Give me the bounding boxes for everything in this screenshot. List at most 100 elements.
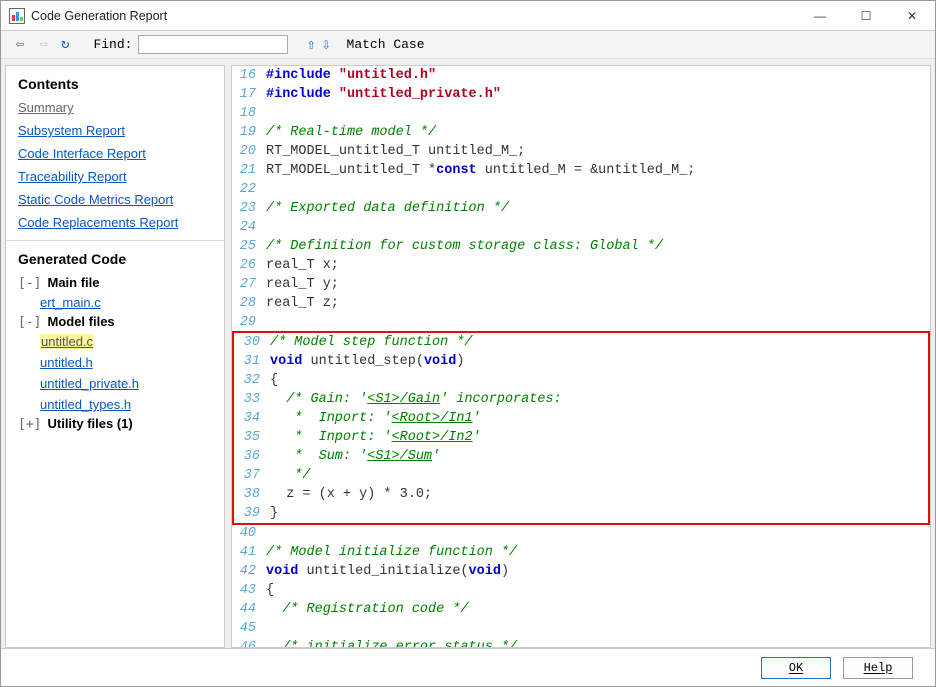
generated-heading: Generated Code <box>18 251 212 267</box>
find-prev-button[interactable]: ⇧ <box>306 35 315 54</box>
tree-toggle[interactable]: [+] <box>18 417 41 432</box>
code-text: * Inport: '<Root>/In1' <box>270 409 926 428</box>
code-line: 43{ <box>232 581 930 600</box>
code-text: void untitled_step(void) <box>270 352 926 371</box>
find-next-button[interactable]: ⇩ <box>321 35 330 54</box>
code-text: { <box>266 581 930 600</box>
find-label: Find: <box>93 37 132 52</box>
line-number: 29 <box>232 313 266 332</box>
code-text <box>266 313 930 332</box>
line-number: 41 <box>232 543 266 562</box>
line-number: 30 <box>236 333 270 352</box>
line-number: 38 <box>236 485 270 504</box>
code-text: /* Real-time model */ <box>266 123 930 142</box>
line-number: 27 <box>232 275 266 294</box>
code-line: 32{ <box>236 371 926 390</box>
find-input[interactable] <box>138 35 288 54</box>
line-number: 24 <box>232 218 266 237</box>
code-line: 34 * Inport: '<Root>/In1' <box>236 409 926 428</box>
match-case-label[interactable]: Match Case <box>347 37 425 52</box>
line-number: 40 <box>232 524 266 543</box>
code-line: 16#include "untitled.h" <box>232 66 930 85</box>
line-number: 43 <box>232 581 266 600</box>
code-line: 22 <box>232 180 930 199</box>
code-line: 23/* Exported data definition */ <box>232 199 930 218</box>
maximize-button[interactable]: ☐ <box>843 1 889 31</box>
code-text <box>266 524 930 543</box>
nav-link[interactable]: Code Replacements Report <box>18 215 212 230</box>
code-line: 27real_T y; <box>232 275 930 294</box>
code-text: real_T y; <box>266 275 930 294</box>
tree-section-label: Utility files (1) <box>47 416 132 431</box>
highlighted-code-block: 30/* Model step function */31void untitl… <box>232 331 930 525</box>
code-line: 42void untitled_initialize(void) <box>232 562 930 581</box>
code-line: 38 z = (x + y) * 3.0; <box>236 485 926 504</box>
code-line: 46 /* initialize error status */ <box>232 638 930 647</box>
line-number: 46 <box>232 638 266 647</box>
line-number: 18 <box>232 104 266 123</box>
code-text <box>266 619 930 638</box>
line-number: 16 <box>232 66 266 85</box>
code-text: void untitled_initialize(void) <box>266 562 930 581</box>
file-link[interactable]: untitled.h <box>40 355 93 370</box>
window-title: Code Generation Report <box>31 9 167 23</box>
code-line: 35 * Inport: '<Root>/In2' <box>236 428 926 447</box>
code-line: 24 <box>232 218 930 237</box>
nav-link[interactable]: Summary <box>18 100 212 115</box>
file-link[interactable]: untitled.c <box>40 334 94 349</box>
tree-section: [+] Utility files (1) <box>18 416 212 432</box>
code-text: /* initialize error status */ <box>266 638 930 647</box>
line-number: 25 <box>232 237 266 256</box>
nav-link[interactable]: Traceability Report <box>18 169 212 184</box>
code-text: { <box>270 371 926 390</box>
back-button[interactable]: ⇦ <box>11 36 29 54</box>
refresh-button[interactable]: ↻ <box>61 36 69 53</box>
line-number: 36 <box>236 447 270 466</box>
code-line: 41/* Model initialize function */ <box>232 543 930 562</box>
line-number: 20 <box>232 142 266 161</box>
nav-link[interactable]: Code Interface Report <box>18 146 212 161</box>
code-line: 40 <box>232 524 930 543</box>
line-number: 32 <box>236 371 270 390</box>
file-link[interactable]: untitled_types.h <box>40 397 131 412</box>
contents-heading: Contents <box>18 76 212 92</box>
code-line: 37 */ <box>236 466 926 485</box>
help-button[interactable]: Help <box>843 657 913 679</box>
line-number: 19 <box>232 123 266 142</box>
code-text: RT_MODEL_untitled_T *const untitled_M = … <box>266 161 930 180</box>
code-line: 20RT_MODEL_untitled_T untitled_M_; <box>232 142 930 161</box>
ok-button[interactable]: OK <box>761 657 831 679</box>
file-link[interactable]: ert_main.c <box>40 295 101 310</box>
code-scroll[interactable]: 16#include "untitled.h"17#include "untit… <box>232 66 930 647</box>
code-text: /* Registration code */ <box>266 600 930 619</box>
toolbar: ⇦ ⇨ ↻ Find: ⇧ ⇩ Match Case <box>1 31 935 59</box>
code-text: /* Definition for custom storage class: … <box>266 237 930 256</box>
file-link[interactable]: untitled_private.h <box>40 376 139 391</box>
tree-toggle[interactable]: [-] <box>18 315 41 330</box>
code-text: real_T x; <box>266 256 930 275</box>
line-number: 34 <box>236 409 270 428</box>
code-line: 29 <box>232 313 930 332</box>
nav-link[interactable]: Static Code Metrics Report <box>18 192 212 207</box>
line-number: 23 <box>232 199 266 218</box>
sidebar: Contents Summary Subsystem Report Code Int… <box>5 65 225 648</box>
footer: OK Help <box>1 648 935 686</box>
code-text: * Sum: '<S1>/Sum' <box>270 447 926 466</box>
code-line: 39} <box>236 504 926 523</box>
tree-toggle[interactable]: [-] <box>18 276 41 291</box>
code-text: * Inport: '<Root>/In2' <box>270 428 926 447</box>
code-line: 26real_T x; <box>232 256 930 275</box>
code-line: 30/* Model step function */ <box>236 333 926 352</box>
line-number: 42 <box>232 562 266 581</box>
close-button[interactable]: ✕ <box>889 1 935 31</box>
line-number: 33 <box>236 390 270 409</box>
forward-button[interactable]: ⇨ <box>35 36 53 54</box>
code-line: 36 * Sum: '<S1>/Sum' <box>236 447 926 466</box>
nav-link[interactable]: Subsystem Report <box>18 123 212 138</box>
code-text: RT_MODEL_untitled_T untitled_M_; <box>266 142 930 161</box>
code-line: 21RT_MODEL_untitled_T *const untitled_M … <box>232 161 930 180</box>
code-line: 31void untitled_step(void) <box>236 352 926 371</box>
minimize-button[interactable]: — <box>797 1 843 31</box>
code-line: 28real_T z; <box>232 294 930 313</box>
main-area: Contents Summary Subsystem Report Code Int… <box>1 59 935 648</box>
